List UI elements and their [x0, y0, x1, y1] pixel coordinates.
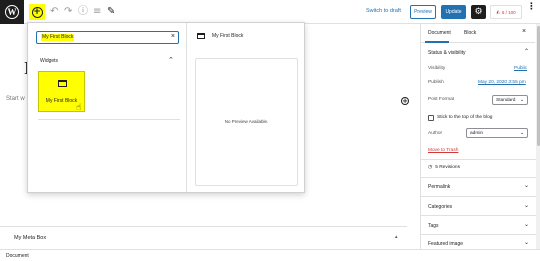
- tab-document[interactable]: Document: [428, 30, 451, 36]
- panel-permalink-title[interactable]: Permalink: [428, 184, 450, 190]
- panel-featured-image-title[interactable]: Featured image: [428, 241, 463, 247]
- preview-box: No Preview Available.: [195, 58, 298, 186]
- close-icon[interactable]: ×: [522, 28, 526, 35]
- block-search-input[interactable]: My First Block ×: [36, 31, 179, 44]
- add-block-button[interactable]: +: [29, 4, 45, 20]
- update-button[interactable]: Update: [441, 5, 466, 19]
- sidebar-tabs: Document Block ×: [421, 24, 535, 43]
- seo-score: 6 / 100: [501, 9, 516, 15]
- wordpress-logo[interactable]: W: [0, 0, 24, 24]
- chevron-down-icon: ⌄: [519, 97, 524, 103]
- divider: [421, 196, 536, 197]
- revisions-label: 5 Revisions: [435, 165, 460, 170]
- score-icon: ◭: [496, 9, 500, 14]
- undo-icon[interactable]: ↶: [50, 6, 58, 18]
- meta-box-title[interactable]: My Meta Box: [14, 235, 46, 241]
- more-options-icon[interactable]: ⋮: [527, 3, 536, 12]
- panel-tags-title[interactable]: Tags: [428, 223, 439, 229]
- block-icon: [197, 33, 205, 39]
- hand-cursor-icon: ☝: [76, 103, 82, 113]
- divider: [38, 119, 180, 120]
- sticky-checkbox[interactable]: [428, 115, 434, 121]
- tools-icon[interactable]: ✎: [107, 6, 115, 18]
- post-format-value: Standard: [496, 97, 516, 103]
- block-editor: W + ↶ ↷ ⓘ ≡ ✎ Switch to draft Preview Up…: [0, 0, 540, 261]
- status-bar: Document: [0, 249, 540, 261]
- revisions-link[interactable]: ◷ 5 Revisions: [428, 165, 460, 170]
- move-to-trash-link[interactable]: Move to Trash: [428, 148, 458, 153]
- divider: [421, 159, 536, 160]
- divider: [421, 234, 536, 235]
- block-inserter-popover: My First Block × Widgets ⌃ My First Bloc…: [27, 22, 305, 193]
- chevron-up-icon[interactable]: ⌃: [168, 56, 174, 64]
- paragraph-placeholder[interactable]: Start w: [6, 96, 25, 102]
- author-select[interactable]: admin ⌄: [466, 128, 528, 138]
- inserter-results: My First Block × Widgets ⌃ My First Bloc…: [28, 23, 187, 192]
- chevron-down-icon[interactable]: ⌄: [524, 202, 529, 209]
- clock-icon: ◷: [428, 165, 433, 170]
- top-toolbar: W + ↶ ↷ ⓘ ≡ ✎ Switch to draft Preview Up…: [0, 0, 540, 24]
- redo-icon[interactable]: ↷: [64, 6, 72, 18]
- chevron-down-icon[interactable]: ⌄: [524, 239, 529, 246]
- post-format-select[interactable]: Standard ⌄: [492, 95, 528, 105]
- block-navigation-icon[interactable]: ≡: [93, 6, 101, 18]
- meta-box: My Meta Box ▴: [0, 226, 407, 249]
- block-item-my-first-block[interactable]: My First Block ☝: [38, 71, 85, 113]
- gear-icon: ⚙: [474, 7, 483, 17]
- chevron-down-icon[interactable]: ⌄: [524, 182, 529, 189]
- publish-date-link[interactable]: May 20, 2020 3:55 pm: [478, 80, 526, 85]
- active-tab-indicator: [425, 41, 449, 43]
- switch-to-draft-link[interactable]: Switch to draft: [366, 8, 401, 14]
- inline-add-block-icon[interactable]: +: [401, 97, 409, 105]
- visibility-label: Visibility: [428, 66, 446, 71]
- publish-label: Publish: [428, 80, 444, 85]
- info-icon[interactable]: ⓘ: [78, 6, 88, 18]
- no-preview-text: No Preview Available.: [224, 119, 269, 124]
- settings-sidebar: Document Block × Status & visibility ⌃ V…: [420, 24, 540, 249]
- author-label: Author: [428, 131, 443, 136]
- visibility-link[interactable]: Public: [514, 66, 527, 71]
- tab-block[interactable]: Block: [464, 30, 476, 36]
- preview-title: My First Block: [212, 33, 244, 39]
- block-icon: [58, 80, 67, 87]
- chevron-down-icon: ⌄: [519, 130, 524, 136]
- post-format-label: Post Format: [428, 97, 455, 102]
- search-value: My First Block: [41, 34, 75, 41]
- clear-search-icon[interactable]: ×: [171, 33, 175, 40]
- sticky-label: Stick to the top of the blog: [437, 115, 493, 120]
- status-visibility-title[interactable]: Status & visibility: [428, 50, 466, 56]
- panel-categories-title[interactable]: Categories: [428, 204, 452, 210]
- breadcrumb[interactable]: Document: [6, 253, 29, 259]
- seo-score-button[interactable]: ◭ 6 / 100: [490, 5, 522, 19]
- author-value: admin: [470, 130, 484, 136]
- sidebar-scrollbar[interactable]: [536, 24, 540, 249]
- chevron-down-icon[interactable]: ⌄: [524, 221, 529, 228]
- meta-box-toggle-icon[interactable]: ▴: [395, 234, 398, 240]
- wordpress-icon: W: [5, 5, 19, 19]
- block-preview-panel: My First Block No Preview Available.: [187, 23, 305, 192]
- chevron-up-icon[interactable]: ⌃: [524, 48, 529, 55]
- settings-button[interactable]: ⚙: [471, 5, 486, 19]
- plus-circle-icon: +: [31, 6, 43, 18]
- category-heading: Widgets: [40, 58, 59, 64]
- preview-button[interactable]: Preview: [410, 5, 436, 19]
- divider: [421, 215, 536, 216]
- divider: [421, 177, 536, 178]
